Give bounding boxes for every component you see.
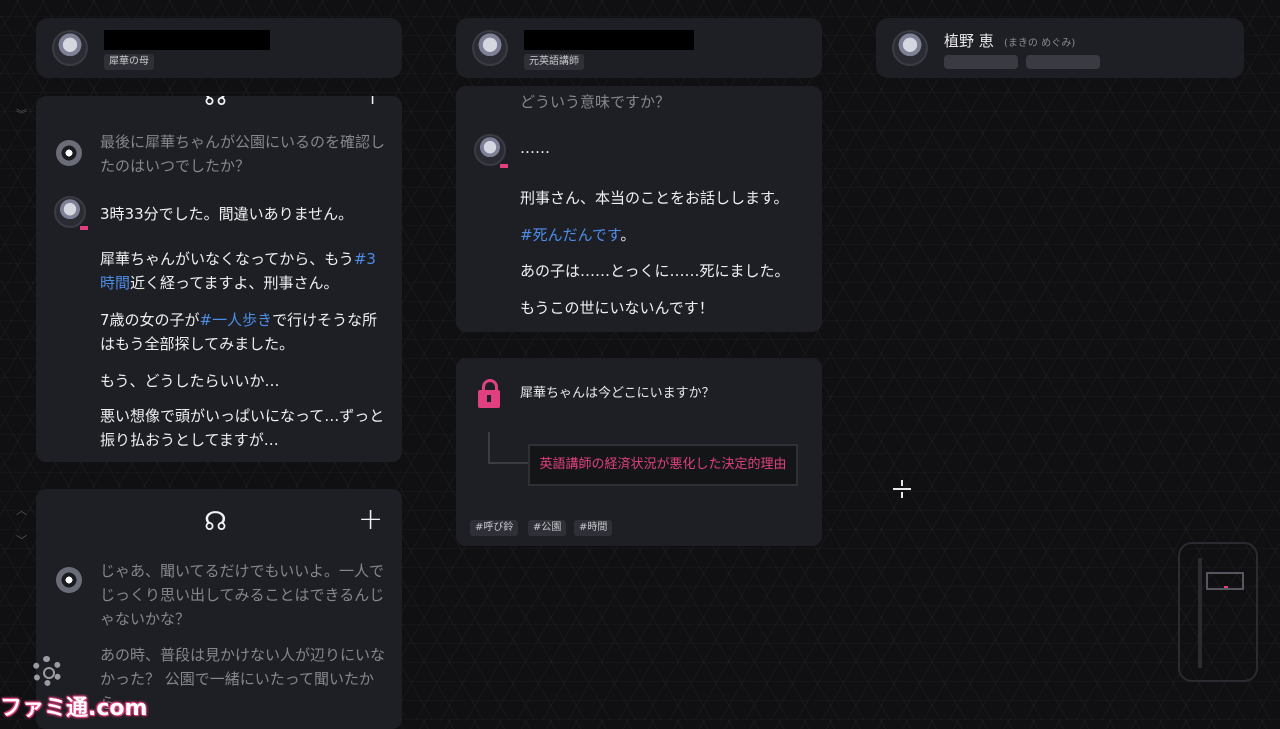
- character-furigana: (まきの めぐみ): [1004, 38, 1076, 49]
- ueno-avatar: [892, 30, 928, 66]
- mother-reply: 7歳の女の子が#一人歩きで行けそうな所はもう全部探してみました。: [100, 311, 378, 353]
- mother-reply: もう、どうしたらいいか…: [100, 372, 280, 390]
- mother-reply: 3時33分でした。間違いありません。: [100, 205, 354, 223]
- locked-info-pill: [944, 55, 1018, 69]
- plus-icon[interactable]: +: [360, 96, 385, 110]
- header-card-ueno[interactable]: 植野 恵 (まきの めぐみ): [876, 18, 1244, 78]
- minimap[interactable]: [1178, 542, 1258, 682]
- teacher-reply: ……: [520, 139, 550, 157]
- redacted-name: [104, 30, 270, 50]
- famitsu-watermark: ファミ通.com: [0, 696, 148, 721]
- teacher-chat-panel[interactable]: どういう意味ですか？ …… 刑事さん、本当のことをお話しします。 #死んだんです…: [456, 86, 822, 332]
- speech-bubble-icon[interactable]: ☊: [204, 509, 227, 535]
- option-connector: [488, 432, 528, 464]
- teacher-partial-text: どういう意味ですか？: [520, 93, 671, 111]
- locked-info-pill: [1026, 55, 1100, 69]
- police-badge-icon: [56, 567, 82, 593]
- crosshair-cursor: [893, 480, 911, 498]
- minimap-position-marker: [1224, 586, 1228, 588]
- keyword-tag[interactable]: #公園: [528, 520, 567, 536]
- locked-question: 犀華ちゃんは今どこにいますか？: [520, 386, 715, 401]
- keyword-tag[interactable]: #時間: [574, 520, 613, 536]
- mother-reply: 悪い想像で頭がいっぱいになって…ずっと振り払おうとしてますが…: [100, 407, 385, 449]
- teacher-reply: もうこの世にいないんです！: [520, 299, 714, 317]
- hashtag-link[interactable]: #死んだんです: [520, 226, 620, 244]
- answer-option[interactable]: 英語講師の経済状況が悪化した決定的理由: [528, 444, 798, 486]
- teacher-reply: あの子は……とっくに……死にました。: [520, 262, 790, 280]
- redacted-name: [524, 30, 694, 50]
- scroll-arrow[interactable]: ︿: [16, 502, 27, 518]
- scroll-arrow[interactable]: ﹀: [16, 532, 27, 548]
- plus-icon[interactable]: +: [358, 505, 383, 535]
- keyword-tag[interactable]: #呼び鈴: [470, 520, 519, 536]
- mother-avatar: [54, 196, 88, 230]
- header-card-mother[interactable]: 犀華の母: [36, 18, 402, 78]
- teacher-avatar: [474, 134, 508, 168]
- police-badge-icon: [56, 140, 82, 166]
- mother-chat-panel[interactable]: ☊ + 最後に犀華ちゃんが公園にいるのを確認したのはいつでしたか？ 3時33分で…: [36, 96, 402, 462]
- teacher-avatar: [472, 30, 508, 66]
- mother-reply: 犀華ちゃんがいなくなってから、もう#3時間近く経ってますよ、刑事さん。: [100, 250, 376, 292]
- speech-bubble-icon[interactable]: ☊: [204, 96, 227, 110]
- lock-icon: [478, 379, 500, 408]
- role-tag: 元英語講師: [524, 54, 584, 70]
- detective-question: じゃあ、聞いてるだけでもいいよ。一人でじっくり思い出してみることはできるんじゃな…: [100, 562, 385, 628]
- teacher-reply: 刑事さん、本当のことをお話しします。: [520, 189, 789, 207]
- character-name: 植野 恵: [944, 32, 994, 50]
- minimap-track: [1198, 558, 1202, 668]
- mother-avatar: [52, 30, 88, 66]
- gear-icon[interactable]: [32, 656, 62, 686]
- header-card-teacher[interactable]: 元英語講師: [456, 18, 822, 78]
- role-tag: 犀華の母: [104, 54, 154, 70]
- scroll-arrow[interactable]: ︾: [16, 106, 27, 122]
- question-panel[interactable]: 犀華ちゃんは今どこにいますか？ 英語講師の経済状況が悪化した決定的理由 #呼び鈴…: [456, 358, 822, 546]
- teacher-reply: #死んだんです。: [520, 226, 636, 244]
- hashtag-link[interactable]: #一人歩き: [200, 311, 273, 329]
- detective-question: 最後に犀華ちゃんが公園にいるのを確認したのはいつでしたか？: [100, 133, 386, 175]
